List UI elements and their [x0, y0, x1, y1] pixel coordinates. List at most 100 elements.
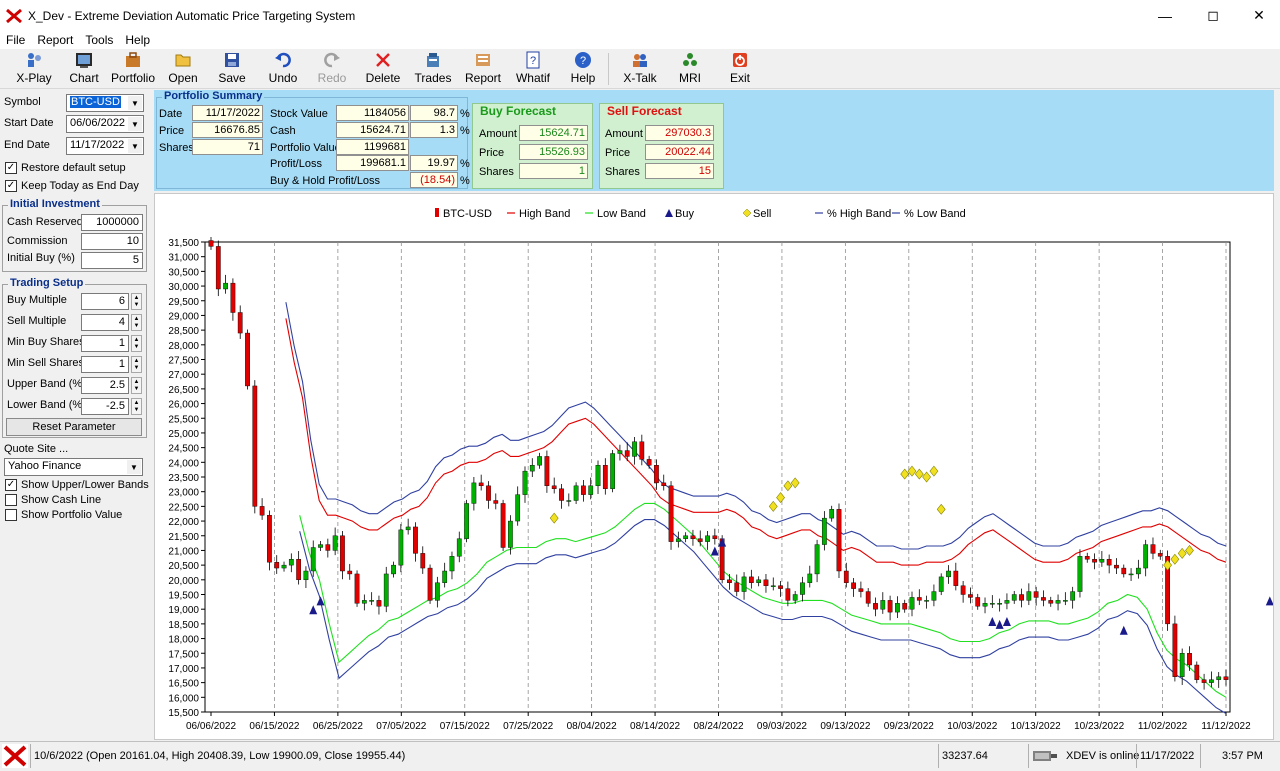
candle-body: [522, 470, 528, 495]
candle-body: [383, 573, 389, 607]
initial-investment-title: Initial Investment: [8, 198, 102, 210]
end-date-picker[interactable]: 11/17/2022 ▼: [66, 137, 144, 155]
portfolio-summary-panel: Portfolio Summary Date 11/17/2022 Price …: [154, 90, 1274, 191]
exit-button[interactable]: Exit: [720, 51, 760, 87]
menu-help[interactable]: Help: [119, 33, 156, 47]
initial-buy-field[interactable]: 5: [81, 252, 143, 269]
portfolio-button[interactable]: Portfolio: [108, 51, 158, 87]
candle-body: [873, 603, 878, 610]
spin-up-icon: ▲: [133, 357, 140, 364]
menu-file[interactable]: File: [0, 33, 31, 47]
xplay-button[interactable]: X-Play: [12, 51, 56, 87]
candle-body: [427, 567, 433, 601]
show-cash-line-checkbox[interactable]: Show Cash Line: [5, 494, 101, 506]
xtalk-button[interactable]: X-Talk: [618, 51, 662, 87]
settings-panel: Symbol BTC-USD ▼ Start Date 06/06/2022 ▼…: [0, 90, 151, 740]
candle-body: [734, 582, 740, 592]
trading-param-field[interactable]: 1: [81, 335, 129, 352]
spin-button[interactable]: ▲ ▼: [131, 398, 142, 415]
candle-body: [1004, 600, 1010, 604]
candle-body: [763, 579, 769, 586]
trading-param-label: Min Sell Shares: [7, 357, 85, 369]
trading-param-field[interactable]: -2.5: [81, 398, 129, 415]
candle-body: [946, 570, 951, 578]
candle-info-text: 10/6/2022 (Open 20161.04, High 20408.39,…: [34, 750, 406, 762]
restore-default-checkbox[interactable]: ✓ Restore default setup: [5, 162, 126, 174]
candle-body: [398, 529, 404, 566]
symbol-select[interactable]: BTC-USD ▼: [66, 94, 144, 112]
mri-button[interactable]: MRI: [672, 51, 708, 87]
cash-label: Cash: [270, 125, 296, 137]
spin-button[interactable]: ▲ ▼: [131, 335, 142, 352]
open-icon: [175, 54, 191, 67]
buy-shares-label: Shares: [479, 166, 514, 178]
help-button[interactable]: ? Help: [562, 51, 604, 87]
candle-body: [1114, 564, 1119, 569]
keep-today-checkbox[interactable]: ✓ Keep Today as End Day: [5, 180, 139, 192]
undo-icon: [275, 52, 291, 68]
trading-param-field[interactable]: 1: [81, 356, 129, 373]
status-bar: 10/6/2022 (Open 20161.04, High 20408.39,…: [0, 741, 1280, 768]
maximize-button[interactable]: ◻: [1190, 0, 1236, 31]
price-chart-panel[interactable]: BTC-USD High Band Low Band Buy Sell % High Ba…: [154, 193, 1274, 740]
show-bands-label: Show Upper/Lower Bands: [21, 479, 149, 491]
candle-body: [895, 603, 900, 613]
trades-label: Trades: [414, 71, 452, 85]
open-button[interactable]: Open: [162, 51, 204, 87]
candle-body: [661, 482, 667, 487]
y-tick-label: 25,500: [168, 414, 199, 425]
chart-icon: [76, 53, 92, 68]
report-button[interactable]: Report: [462, 51, 504, 87]
legend-label: BTC-USD: [443, 208, 492, 220]
status-value-text: 33237.64: [942, 750, 988, 762]
y-tick-label: 30,000: [168, 282, 199, 293]
undo-button[interactable]: Undo: [262, 51, 304, 87]
start-date-picker[interactable]: 06/06/2022 ▼: [66, 115, 144, 133]
spin-button[interactable]: ▲ ▼: [131, 377, 142, 394]
stock-pct: 98.7: [410, 105, 458, 121]
candle-body: [668, 485, 674, 542]
trading-param-field[interactable]: 6: [81, 293, 129, 310]
candle-body: [953, 570, 959, 586]
spin-button[interactable]: ▲ ▼: [131, 356, 142, 373]
commission-field[interactable]: 10: [81, 233, 143, 250]
plot-frame: [204, 241, 1231, 713]
menu-tools[interactable]: Tools: [79, 33, 119, 47]
redo-button[interactable]: Redo: [312, 51, 352, 87]
close-button[interactable]: ✕: [1236, 0, 1280, 31]
whatif-button[interactable]: ? Whatif: [512, 51, 554, 87]
candle-body: [230, 282, 236, 313]
trades-button[interactable]: Trades: [412, 51, 454, 87]
show-bands-checkbox[interactable]: ✓ Show Upper/Lower Bands: [5, 479, 149, 491]
quote-site-select[interactable]: Yahoo Finance ▼: [4, 458, 143, 476]
menu-report[interactable]: Report: [31, 33, 79, 47]
y-tick-label: 19,000: [168, 605, 199, 616]
minimize-button[interactable]: —: [1142, 0, 1188, 31]
percent-sign: %: [460, 175, 470, 187]
candle-body: [551, 485, 557, 489]
spin-button[interactable]: ▲ ▼: [131, 293, 142, 310]
delete-button[interactable]: Delete: [362, 51, 404, 87]
show-portfolio-value-checkbox[interactable]: Show Portfolio Value: [5, 509, 122, 521]
reset-parameter-button[interactable]: Reset Parameter: [6, 418, 142, 436]
candle-body: [975, 597, 981, 607]
trading-param-field[interactable]: 4: [81, 314, 129, 331]
y-tick-label: 21,500: [168, 532, 199, 543]
candle-body: [354, 573, 360, 604]
date-value: 11/17/2022: [192, 105, 263, 121]
save-button[interactable]: Save: [212, 51, 252, 87]
quote-site-label: Quote Site ...: [4, 443, 69, 455]
candle-body: [588, 485, 594, 495]
candle-body: [1194, 664, 1200, 680]
candle-body: [997, 603, 1003, 605]
spin-button[interactable]: ▲ ▼: [131, 314, 142, 331]
cash-reserved-field[interactable]: 1000000: [81, 214, 143, 231]
status-divider: [1200, 744, 1201, 768]
chart-button[interactable]: Chart: [64, 51, 104, 87]
trading-setup-title: Trading Setup: [8, 277, 86, 289]
trading-param-field[interactable]: 2.5: [81, 377, 129, 394]
y-tick-label: 23,000: [168, 488, 199, 499]
y-tick-label: 24,000: [168, 458, 199, 469]
price-chart[interactable]: BTC-USD High Band Low Band Buy Sell % High Ba…: [155, 194, 1274, 739]
candle-body: [1033, 591, 1039, 598]
